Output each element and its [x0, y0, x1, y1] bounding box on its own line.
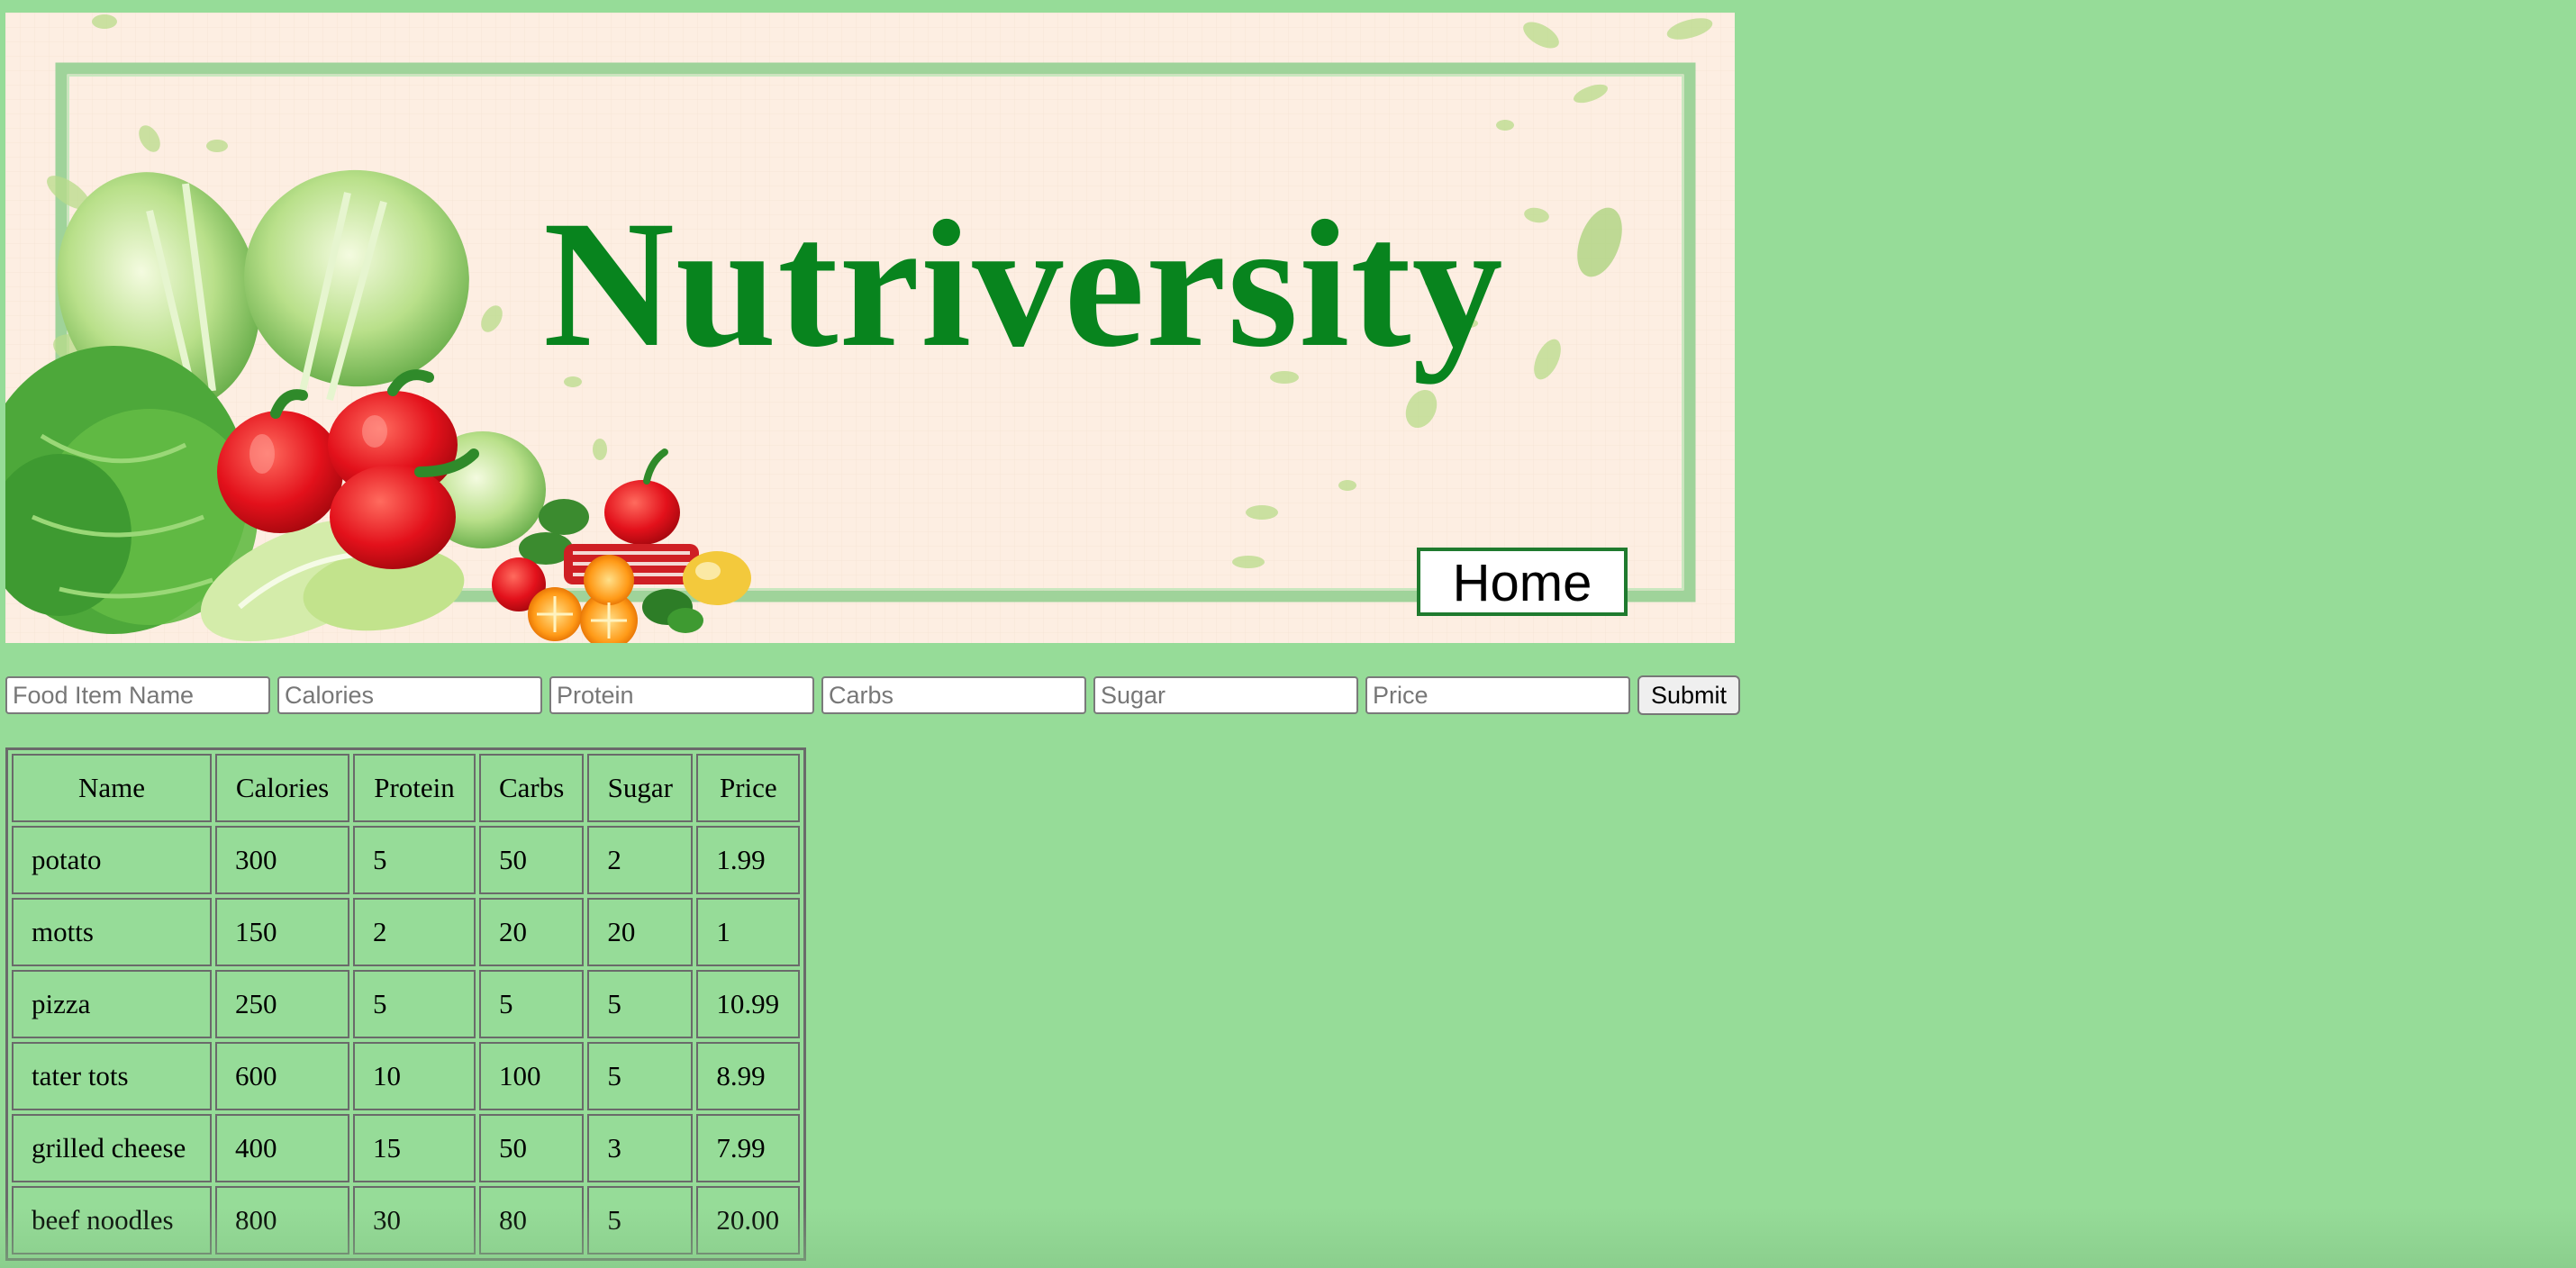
cell-name: motts — [12, 898, 212, 966]
banner: Nutriversity Home — [5, 13, 1735, 643]
table-row: tater tots 600 10 100 5 8.99 — [12, 1042, 801, 1110]
cell-carbs: 50 — [479, 1114, 585, 1182]
cell-carbs: 5 — [479, 970, 585, 1038]
cell-price: 7.99 — [696, 1114, 801, 1182]
price-input[interactable] — [1365, 676, 1630, 714]
food-table: Name Calories Protein Carbs Sugar Price … — [5, 747, 807, 1261]
header-carbs: Carbs — [479, 754, 585, 822]
cell-price: 1.99 — [696, 826, 801, 894]
table-row: beef noodles 800 30 80 5 20.00 — [12, 1186, 801, 1254]
sugar-input[interactable] — [1093, 676, 1358, 714]
cell-carbs: 100 — [479, 1042, 585, 1110]
cell-sugar: 5 — [587, 1042, 694, 1110]
cell-carbs: 80 — [479, 1186, 585, 1254]
header-calories: Calories — [215, 754, 349, 822]
cell-calories: 150 — [215, 898, 349, 966]
cell-protein: 5 — [353, 826, 476, 894]
cell-sugar: 20 — [587, 898, 694, 966]
table-row: pizza 250 5 5 5 10.99 — [12, 970, 801, 1038]
cell-sugar: 3 — [587, 1114, 694, 1182]
cell-calories: 400 — [215, 1114, 349, 1182]
cell-name: pizza — [12, 970, 212, 1038]
table-row: grilled cheese 400 15 50 3 7.99 — [12, 1114, 801, 1182]
carbs-input[interactable] — [821, 676, 1086, 714]
cell-calories: 800 — [215, 1186, 349, 1254]
cell-price: 8.99 — [696, 1042, 801, 1110]
cell-calories: 300 — [215, 826, 349, 894]
add-food-form: Submit — [5, 675, 1740, 715]
home-button[interactable]: Home — [1417, 548, 1628, 616]
cell-calories: 600 — [215, 1042, 349, 1110]
table-row: motts 150 2 20 20 1 — [12, 898, 801, 966]
cell-name: grilled cheese — [12, 1114, 212, 1182]
header-sugar: Sugar — [587, 754, 694, 822]
food-name-input[interactable] — [5, 676, 270, 714]
submit-button[interactable]: Submit — [1637, 675, 1740, 715]
cell-protein: 2 — [353, 898, 476, 966]
cell-protein: 5 — [353, 970, 476, 1038]
cell-price: 10.99 — [696, 970, 801, 1038]
cell-sugar: 5 — [587, 970, 694, 1038]
header-price: Price — [696, 754, 801, 822]
calories-input[interactable] — [277, 676, 542, 714]
cell-name: potato — [12, 826, 212, 894]
cell-name: tater tots — [12, 1042, 212, 1110]
cell-carbs: 20 — [479, 898, 585, 966]
cell-sugar: 5 — [587, 1186, 694, 1254]
cell-price: 20.00 — [696, 1186, 801, 1254]
cell-calories: 250 — [215, 970, 349, 1038]
cell-protein: 30 — [353, 1186, 476, 1254]
cell-price: 1 — [696, 898, 801, 966]
cell-carbs: 50 — [479, 826, 585, 894]
header-protein: Protein — [353, 754, 476, 822]
table-header-row: Name Calories Protein Carbs Sugar Price — [12, 754, 801, 822]
header-name: Name — [12, 754, 212, 822]
table-row: potato 300 5 50 2 1.99 — [12, 826, 801, 894]
cell-protein: 15 — [353, 1114, 476, 1182]
cell-sugar: 2 — [587, 826, 694, 894]
site-title: Nutriversity — [543, 183, 1504, 385]
cell-name: beef noodles — [12, 1186, 212, 1254]
protein-input[interactable] — [549, 676, 814, 714]
cell-protein: 10 — [353, 1042, 476, 1110]
